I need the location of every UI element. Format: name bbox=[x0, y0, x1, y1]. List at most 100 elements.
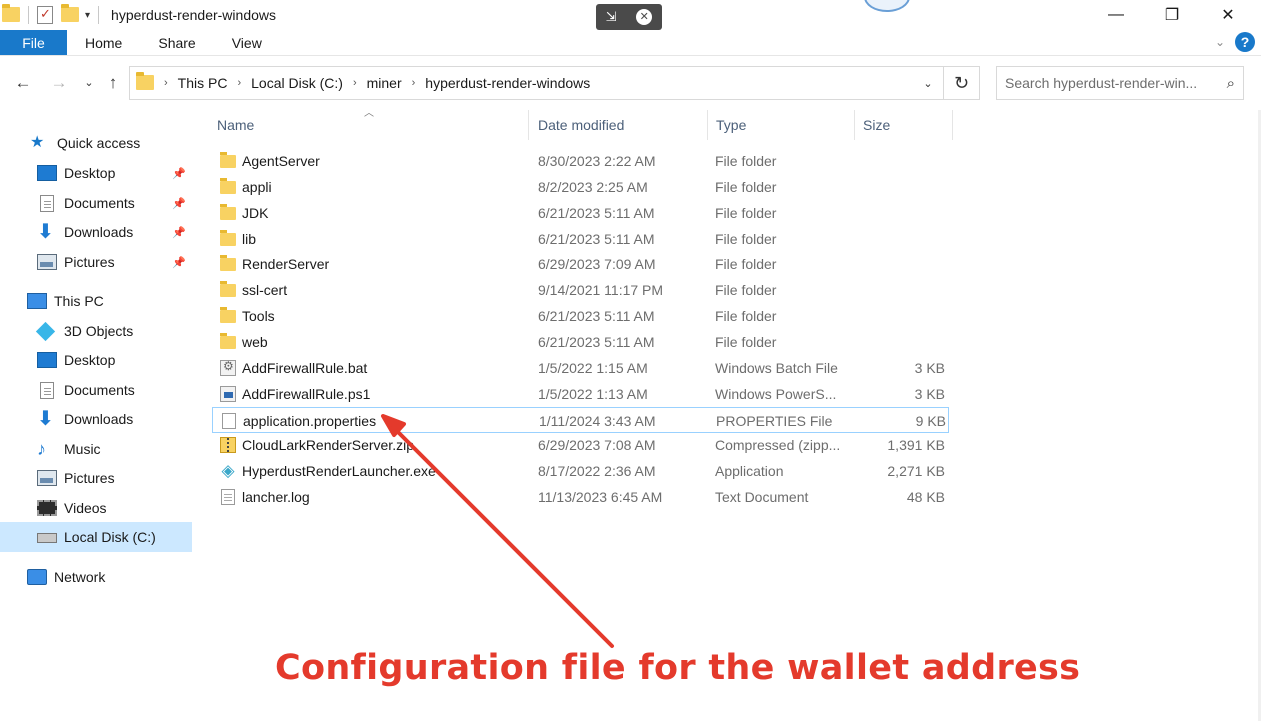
tab-home[interactable]: Home bbox=[67, 30, 140, 55]
tab-share[interactable]: Share bbox=[140, 30, 213, 55]
sidebar-item-documents-pinned[interactable]: Documents 📌 bbox=[0, 188, 192, 218]
pin-icon[interactable]: 📌 bbox=[172, 197, 186, 210]
column-divider[interactable] bbox=[707, 110, 708, 140]
file-size bbox=[857, 329, 945, 355]
file-name: web bbox=[242, 333, 268, 350]
file-row[interactable]: AgentServer 8/30/2023 2:22 AM File folder bbox=[212, 148, 949, 174]
column-divider[interactable] bbox=[952, 110, 953, 140]
breadcrumb-separator[interactable]: › bbox=[233, 77, 245, 89]
file-row[interactable]: RenderServer 6/29/2023 7:09 AM File folder bbox=[212, 251, 949, 277]
sidebar-item-label: Downloads bbox=[64, 411, 134, 427]
tab-view[interactable]: View bbox=[214, 30, 280, 55]
sidebar-item-network[interactable]: Network bbox=[0, 562, 192, 592]
column-header-name[interactable]: Name bbox=[217, 110, 527, 140]
chevron-down-icon[interactable]: ⌄ bbox=[913, 77, 943, 90]
search-icon[interactable]: ⌕ bbox=[1227, 75, 1235, 92]
desktop-icon bbox=[37, 352, 57, 368]
sidebar-item-documents[interactable]: Documents bbox=[0, 375, 192, 405]
sidebar-item-local-disk[interactable]: Local Disk (C:) bbox=[0, 522, 192, 552]
tab-file[interactable]: File bbox=[0, 30, 67, 55]
folder-icon bbox=[136, 72, 154, 92]
sidebar-item-3d-objects[interactable]: 3D Objects bbox=[0, 316, 192, 346]
close-icon[interactable]: ✕ bbox=[636, 9, 653, 25]
properties-icon[interactable] bbox=[37, 6, 55, 24]
pin-icon[interactable]: ⇲ bbox=[606, 9, 617, 25]
videos-icon bbox=[37, 500, 57, 516]
new-folder-icon[interactable] bbox=[61, 4, 79, 24]
file-size bbox=[857, 174, 945, 200]
file-date-modified: 6/21/2023 5:11 AM bbox=[538, 308, 655, 325]
file-type: File folder bbox=[715, 230, 777, 247]
close-button[interactable]: ✕ bbox=[1200, 0, 1256, 30]
breadcrumb-miner[interactable]: miner bbox=[361, 75, 408, 91]
file-date-modified: 1/5/2022 1:13 AM bbox=[538, 385, 648, 402]
address-bar[interactable]: › This PC › Local Disk (C:) › miner › hy… bbox=[129, 66, 944, 100]
file-row[interactable]: lancher.log 11/13/2023 6:45 AM Text Docume… bbox=[212, 484, 949, 510]
file-row[interactable]: JDK 6/21/2023 5:11 AM File folder bbox=[212, 200, 949, 226]
search-box[interactable]: Search hyperdust-render-win... ⌕ bbox=[996, 66, 1244, 100]
forward-button[interactable]: → bbox=[48, 72, 70, 94]
sidebar-item-label: Documents bbox=[64, 195, 135, 211]
sidebar-item-quick-access[interactable]: ★ Quick access bbox=[0, 128, 192, 158]
breadcrumb-local-disk[interactable]: Local Disk (C:) bbox=[245, 75, 349, 91]
recent-locations-icon[interactable]: ⌄ bbox=[78, 72, 100, 94]
application-icon: ◈ bbox=[221, 461, 235, 481]
file-type: Windows PowerS... bbox=[715, 385, 837, 402]
file-date-modified: 8/30/2023 2:22 AM bbox=[538, 153, 656, 169]
toolbar-divider bbox=[28, 6, 29, 24]
file-row[interactable]: application.properties 1/11/2024 3:43 AM P… bbox=[212, 406, 949, 433]
file-row[interactable]: appli 8/2/2023 2:25 AM File folder bbox=[212, 174, 949, 200]
column-header-type[interactable]: Type bbox=[716, 110, 851, 140]
breadcrumb-separator[interactable]: › bbox=[408, 77, 420, 89]
folder-icon[interactable] bbox=[2, 4, 20, 24]
file-row[interactable]: ◈ HyperdustRenderLauncher.exe 8/17/2022 2:… bbox=[212, 458, 949, 484]
file-date-modified: 6/29/2023 7:09 AM bbox=[538, 256, 656, 273]
column-divider[interactable] bbox=[528, 110, 529, 140]
sidebar-item-music[interactable]: ♪ Music bbox=[0, 434, 192, 464]
pin-icon[interactable]: 📌 bbox=[172, 256, 186, 269]
file-row[interactable]: AddFirewallRule.bat 1/5/2022 1:15 AM Windo… bbox=[212, 355, 949, 381]
music-icon: ♪ bbox=[37, 439, 46, 459]
file-date-modified: 6/29/2023 7:08 AM bbox=[538, 437, 656, 454]
pin-icon[interactable]: 📌 bbox=[172, 167, 186, 180]
column-header-size[interactable]: Size bbox=[863, 110, 949, 140]
customize-toolbar-dropdown[interactable]: ▾ bbox=[85, 10, 90, 21]
column-header-date-modified[interactable]: Date modified bbox=[538, 110, 706, 140]
file-row[interactable]: ssl-cert 9/14/2021 11:17 PM File folder bbox=[212, 277, 949, 303]
maximize-button[interactable]: ❐ bbox=[1144, 0, 1200, 30]
downloads-icon: ⬇ bbox=[37, 221, 54, 243]
file-name: ssl-cert bbox=[242, 282, 288, 299]
minimize-button[interactable]: — bbox=[1088, 0, 1144, 30]
pin-icon[interactable]: 📌 bbox=[172, 226, 186, 239]
refresh-button[interactable]: ↻ bbox=[944, 66, 980, 100]
up-button[interactable]: ↑ bbox=[102, 72, 124, 94]
sidebar-item-desktop[interactable]: Desktop bbox=[0, 345, 192, 375]
file-row[interactable]: web 6/21/2023 5:11 AM File folder bbox=[212, 329, 949, 355]
sidebar-item-videos[interactable]: Videos bbox=[0, 493, 192, 523]
file-date-modified: 1/11/2024 3:43 AM bbox=[539, 412, 656, 429]
file-size: 9 KB bbox=[915, 412, 946, 429]
breadcrumb-separator[interactable]: › bbox=[160, 77, 172, 89]
help-icon[interactable]: ? bbox=[1235, 32, 1255, 52]
back-button[interactable]: ← bbox=[12, 72, 34, 94]
sidebar-item-label: Network bbox=[54, 569, 106, 585]
sidebar-item-downloads-pinned[interactable]: ⬇ Downloads 📌 bbox=[0, 217, 192, 247]
file-row[interactable]: AddFirewallRule.ps1 1/5/2022 1:13 AM Windo… bbox=[212, 381, 949, 407]
sidebar-item-downloads[interactable]: ⬇ Downloads bbox=[0, 404, 192, 434]
sidebar-item-pictures-pinned[interactable]: Pictures 📌 bbox=[0, 247, 192, 277]
documents-icon bbox=[37, 382, 57, 399]
search-input[interactable]: Search hyperdust-render-win... bbox=[1005, 75, 1227, 91]
breadcrumb-this-pc[interactable]: This PC bbox=[172, 75, 234, 91]
expand-ribbon-icon[interactable]: ⌄ bbox=[1215, 35, 1225, 49]
sidebar-item-desktop-pinned[interactable]: Desktop 📌 bbox=[0, 158, 192, 188]
sidebar-item-pictures[interactable]: Pictures bbox=[0, 463, 192, 493]
file-row[interactable]: Tools 6/21/2023 5:11 AM File folder bbox=[212, 303, 949, 329]
file-row[interactable]: CloudLarkRenderServer.zip 6/29/2023 7:08 … bbox=[212, 432, 949, 458]
file-row[interactable]: lib 6/21/2023 5:11 AM File folder bbox=[212, 226, 949, 252]
sidebar-item-this-pc[interactable]: This PC bbox=[0, 286, 192, 316]
file-date-modified: 11/13/2023 6:45 AM bbox=[538, 489, 663, 506]
breadcrumb-separator[interactable]: › bbox=[349, 77, 361, 89]
breadcrumb-current-folder[interactable]: hyperdust-render-windows bbox=[419, 75, 596, 91]
column-divider[interactable] bbox=[854, 110, 855, 140]
annotation-caption: Configuration file for the wallet addres… bbox=[275, 648, 1081, 688]
